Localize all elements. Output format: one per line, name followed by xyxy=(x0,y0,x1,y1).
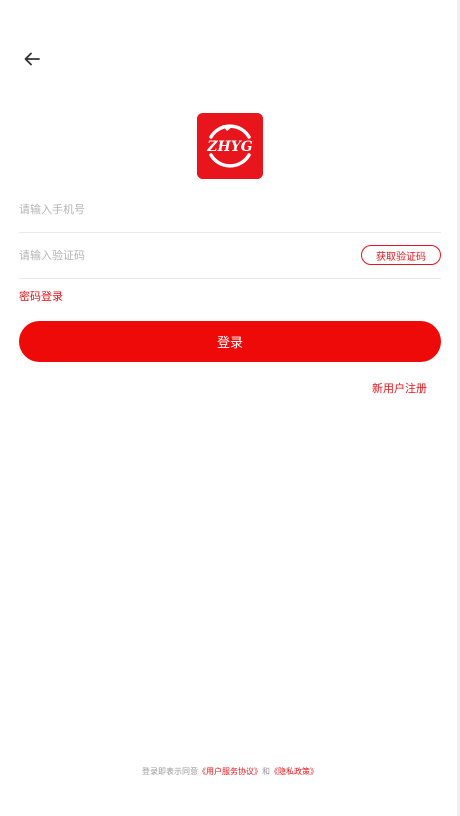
logo-text: ZHYG xyxy=(206,139,252,155)
privacy-policy-link[interactable]: 《隐私政策》 xyxy=(270,767,318,776)
phone-input[interactable] xyxy=(19,186,319,232)
verification-code-input[interactable] xyxy=(19,232,319,278)
login-button[interactable]: 登录 xyxy=(19,321,441,362)
register-link[interactable]: 新用户注册 xyxy=(372,380,427,396)
get-code-button[interactable]: 获取验证码 xyxy=(361,245,441,265)
arrow-left-icon xyxy=(24,52,40,66)
code-field-row: 获取验证码 xyxy=(19,232,441,279)
agreement-and: 和 xyxy=(262,767,270,776)
password-login-link[interactable]: 密码登录 xyxy=(19,288,63,304)
user-agreement-link[interactable]: 《用户服务协议》 xyxy=(198,767,262,776)
agreement-footer: 登录即表示同意《用户服务协议》和《隐私政策》 xyxy=(0,766,460,777)
back-button[interactable] xyxy=(18,46,46,72)
phone-field-row xyxy=(19,186,441,233)
app-logo: ZHYG xyxy=(197,113,263,179)
login-screen: ZHYG 获取验证码 密码登录 登录 新用户注册 登录即表示同意《用户服务协议》… xyxy=(0,0,460,816)
agreement-prefix: 登录即表示同意 xyxy=(142,767,198,776)
